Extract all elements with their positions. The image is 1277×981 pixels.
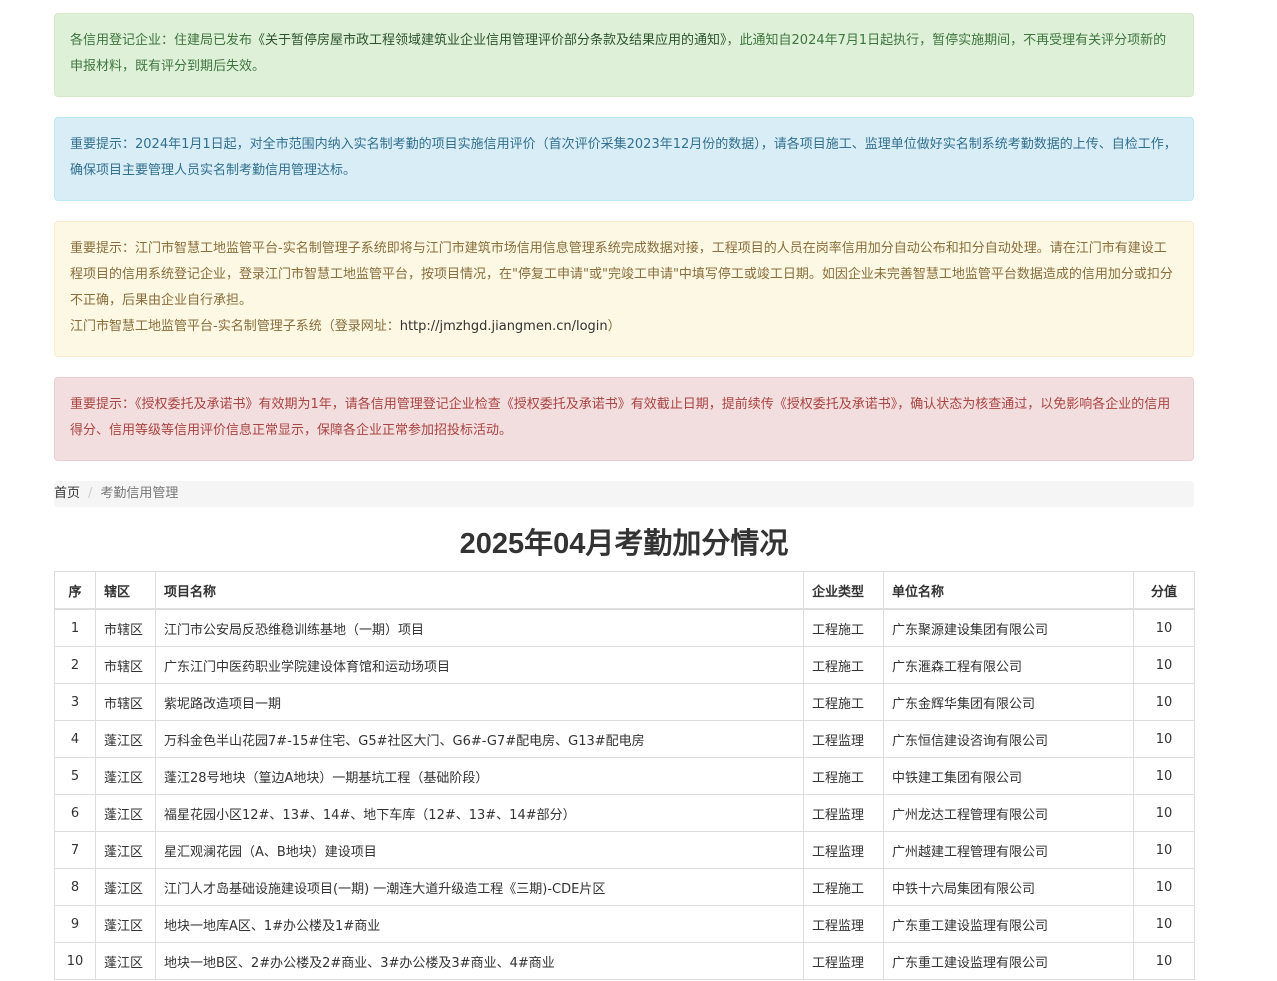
cell-project: 广东江门中医药职业学院建设体育馆和运动场项目	[155, 646, 804, 684]
table-row: 1 市辖区 江门市公安局反恐维稳训练基地（一期）项目 工程施工 广东聚源建设集团…	[54, 608, 1195, 647]
cell-index: 7	[54, 831, 96, 869]
cell-type: 工程施工	[803, 608, 884, 647]
notice-danger-text: 重要提示：《授权委托及承诺书》有效期为1年，请各信用管理登记企业检查《授权委托及…	[70, 397, 1171, 438]
table-header-row: 序 辖区 项目名称 企业类型 单位名称 分值	[54, 571, 1195, 610]
notice-success-text: 各信用登记企业：住建局已发布《关于暂停房屋市政工程领域建筑业企业信用管理评价部分…	[70, 28, 1178, 80]
table-row: 5 蓬江区 蓬江28号地块（篁边A地块）一期基坑工程（基础阶段） 工程施工 中铁…	[54, 757, 1195, 795]
cell-project: 星汇观澜花园（A、B地块）建设项目	[155, 831, 804, 869]
cell-district: 蓬江区	[95, 905, 156, 943]
notice-warning-text: 重要提示：江门市智慧工地监管平台-实名制管理子系统即将与江门市建筑市场信用信息管…	[70, 241, 1173, 308]
cell-type: 工程监理	[803, 831, 884, 869]
notice-warning-login-line: 江门市智慧工地监管平台-实名制管理子系统（登录网址：http://jmzhgd.…	[70, 314, 1178, 340]
cell-type: 工程监理	[803, 794, 884, 832]
header-type: 企业类型	[803, 571, 884, 610]
notice-warning-line2-suffix: ）	[607, 319, 621, 334]
cell-company: 广东恒信建设咨询有限公司	[883, 720, 1134, 758]
cell-project: 地块一地B区、2#办公楼及2#商业、3#办公楼及3#商业、4#商业	[155, 942, 804, 980]
cell-index: 2	[54, 646, 96, 684]
cell-company: 广州龙达工程管理有限公司	[883, 794, 1134, 832]
table-row: 3 市辖区 紫坭路改造项目一期 工程施工 广东金辉华集团有限公司 10	[54, 683, 1195, 721]
cell-type: 工程监理	[803, 942, 884, 980]
table-row: 2 市辖区 广东江门中医药职业学院建设体育馆和运动场项目 工程施工 广东滙森工程…	[54, 646, 1195, 684]
cell-company: 中铁建工集团有限公司	[883, 757, 1134, 795]
cell-district: 蓬江区	[95, 757, 156, 795]
cell-project: 地块一地库A区、1#办公楼及1#商业	[155, 905, 804, 943]
header-district: 辖区	[95, 571, 156, 610]
cell-score: 10	[1133, 794, 1195, 832]
cell-district: 蓬江区	[95, 831, 156, 869]
cell-score: 10	[1133, 868, 1195, 906]
cell-project: 紫坭路改造项目一期	[155, 683, 804, 721]
notice-success-doc-title: 《关于暂停房屋市政工程领域建筑业企业信用管理评价部分条款及结果应用的通知》	[252, 33, 727, 48]
main-container: 各信用登记企业：住建局已发布《关于暂停房屋市政工程领域建筑业企业信用管理评价部分…	[54, 0, 1195, 980]
cell-project: 江门人才岛基础设施建设项目(一期) 一潮连大道升级造工程《三期)-CDE片区	[155, 868, 804, 906]
cell-project: 福星花园小区12#、13#、14#、地下车库（12#、13#、14#部分）	[155, 794, 804, 832]
cell-district: 蓬江区	[95, 794, 156, 832]
attendance-bonus-table: 序 辖区 项目名称 企业类型 单位名称 分值 1 市辖区 江门市公安局反恐维稳训…	[54, 571, 1195, 980]
table-row: 4 蓬江区 万科金色半山花园7#-15#住宅、G5#社区大门、G6#-G7#配电…	[54, 720, 1195, 758]
cell-score: 10	[1133, 683, 1195, 721]
table-row: 6 蓬江区 福星花园小区12#、13#、14#、地下车库（12#、13#、14#…	[54, 794, 1195, 832]
cell-score: 10	[1133, 831, 1195, 869]
table-row: 8 蓬江区 江门人才岛基础设施建设项目(一期) 一潮连大道升级造工程《三期)-C…	[54, 868, 1195, 906]
cell-project: 蓬江28号地块（篁边A地块）一期基坑工程（基础阶段）	[155, 757, 804, 795]
login-url-link[interactable]: http://jmzhgd.jiangmen.cn/login	[400, 319, 608, 334]
cell-index: 1	[54, 608, 96, 647]
cell-score: 10	[1133, 608, 1195, 647]
notice-success: 各信用登记企业：住建局已发布《关于暂停房屋市政工程领域建筑业企业信用管理评价部分…	[54, 13, 1194, 97]
cell-company: 中铁十六局集团有限公司	[883, 868, 1134, 906]
breadcrumb: 首页 / 考勤信用管理	[54, 481, 1194, 507]
cell-type: 工程监理	[803, 905, 884, 943]
table-row: 9 蓬江区 地块一地库A区、1#办公楼及1#商业 工程监理 广东重工建设监理有限…	[54, 905, 1195, 943]
cell-index: 10	[54, 942, 96, 980]
table-row: 10 蓬江区 地块一地B区、2#办公楼及2#商业、3#办公楼及3#商业、4#商业…	[54, 942, 1195, 980]
cell-type: 工程监理	[803, 720, 884, 758]
cell-score: 10	[1133, 757, 1195, 795]
cell-index: 3	[54, 683, 96, 721]
cell-company: 广东重工建设监理有限公司	[883, 942, 1134, 980]
cell-company: 广东滙森工程有限公司	[883, 646, 1134, 684]
cell-type: 工程施工	[803, 757, 884, 795]
breadcrumb-home-link[interactable]: 首页	[54, 486, 80, 501]
cell-project: 万科金色半山花园7#-15#住宅、G5#社区大门、G6#-G7#配电房、G13#…	[155, 720, 804, 758]
notice-warning: 重要提示：江门市智慧工地监管平台-实名制管理子系统即将与江门市建筑市场信用信息管…	[54, 221, 1194, 357]
table-row: 7 蓬江区 星汇观澜花园（A、B地块）建设项目 工程监理 广州越建工程管理有限公…	[54, 831, 1195, 869]
header-index: 序	[54, 571, 96, 610]
cell-project: 江门市公安局反恐维稳训练基地（一期）项目	[155, 608, 804, 647]
cell-index: 5	[54, 757, 96, 795]
cell-score: 10	[1133, 646, 1195, 684]
header-project: 项目名称	[155, 571, 804, 610]
page-title: 2025年04月考勤加分情况	[459, 528, 789, 560]
cell-index: 9	[54, 905, 96, 943]
cell-district: 市辖区	[95, 608, 156, 647]
cell-company: 广州越建工程管理有限公司	[883, 831, 1134, 869]
cell-index: 4	[54, 720, 96, 758]
cell-index: 6	[54, 794, 96, 832]
cell-type: 工程施工	[803, 868, 884, 906]
cell-district: 市辖区	[95, 646, 156, 684]
cell-district: 蓬江区	[95, 868, 156, 906]
notice-info: 重要提示：2024年1月1日起，对全市范围内纳入实名制考勤的项目实施信用评价（首…	[54, 117, 1194, 201]
cell-district: 蓬江区	[95, 942, 156, 980]
cell-type: 工程施工	[803, 646, 884, 684]
cell-index: 8	[54, 868, 96, 906]
cell-company: 广东聚源建设集团有限公司	[883, 608, 1134, 647]
notice-warning-line2-prefix: 江门市智慧工地监管平台-实名制管理子系统（登录网址：	[70, 319, 400, 334]
breadcrumb-current: 考勤信用管理	[100, 486, 179, 501]
header-company: 单位名称	[883, 571, 1134, 610]
cell-score: 10	[1133, 720, 1195, 758]
notice-danger: 重要提示：《授权委托及承诺书》有效期为1年，请各信用管理登记企业检查《授权委托及…	[54, 377, 1194, 461]
cell-company: 广东重工建设监理有限公司	[883, 905, 1134, 943]
breadcrumb-separator: /	[88, 486, 93, 501]
notice-success-prefix: 各信用登记企业：住建局已发布	[70, 33, 253, 48]
notice-info-text: 重要提示：2024年1月1日起，对全市范围内纳入实名制考勤的项目实施信用评价（首…	[70, 137, 1177, 178]
cell-type: 工程施工	[803, 683, 884, 721]
cell-company: 广东金辉华集团有限公司	[883, 683, 1134, 721]
cell-district: 蓬江区	[95, 720, 156, 758]
cell-score: 10	[1133, 905, 1195, 943]
cell-score: 10	[1133, 942, 1195, 980]
header-score: 分值	[1133, 571, 1195, 610]
cell-district: 市辖区	[95, 683, 156, 721]
